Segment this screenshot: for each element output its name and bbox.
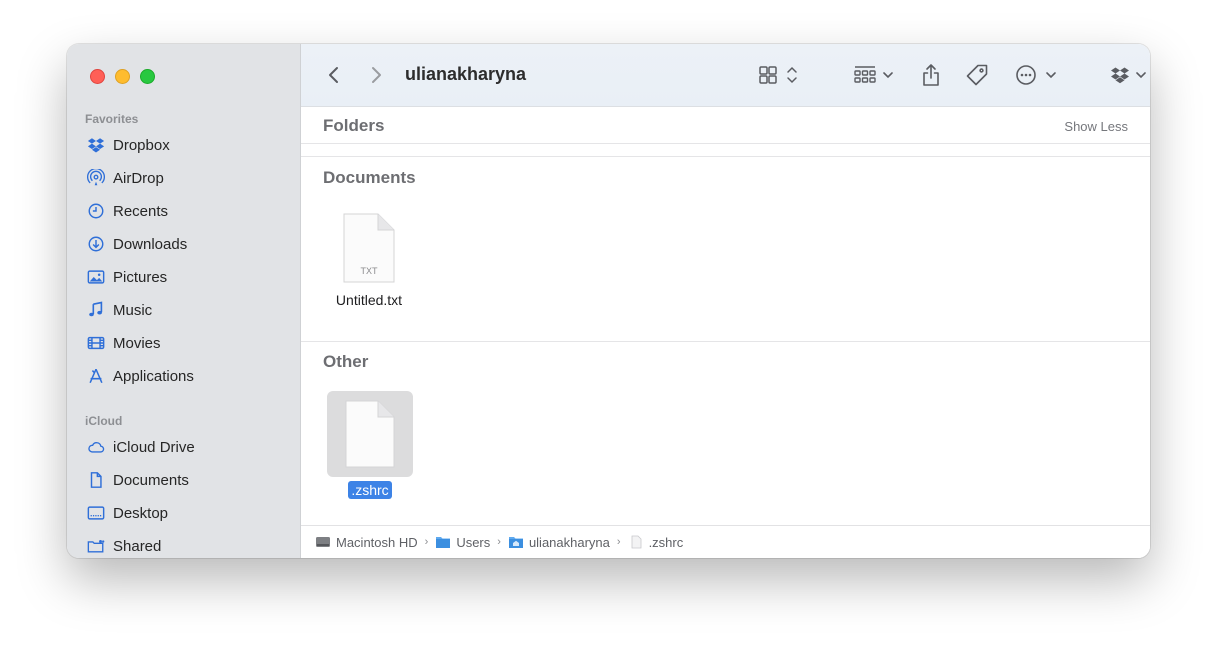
selection-highlight xyxy=(327,391,413,477)
file-name-selected: .zshrc xyxy=(348,481,392,499)
close-window-button[interactable] xyxy=(90,69,105,84)
file-badge: TXT xyxy=(361,266,379,276)
tag-icon xyxy=(966,64,988,86)
dropbox-icon xyxy=(85,136,107,154)
path-item-home[interactable]: ulianakharyna xyxy=(508,535,610,550)
home-folder-icon xyxy=(508,537,523,548)
file-icon xyxy=(631,535,641,549)
view-mode-button[interactable] xyxy=(758,62,802,88)
icon-view-grid-icon xyxy=(759,66,797,84)
main-content: ulianakharyna Folders Show Less Document… xyxy=(301,44,1150,558)
window-controls xyxy=(90,69,155,84)
file-name: Untitled.txt xyxy=(335,292,403,308)
folder-icon xyxy=(436,537,451,548)
path-separator: › xyxy=(497,536,501,548)
path-item-label: ulianakharyna xyxy=(528,534,610,550)
sidebar-item-dropbox[interactable]: Dropbox xyxy=(85,132,285,158)
airdrop-icon xyxy=(85,169,107,187)
sidebar-item-label: Documents xyxy=(113,471,189,489)
minimize-window-button[interactable] xyxy=(115,69,130,84)
other-group-title: Other xyxy=(323,352,369,371)
dropbox-menu-button[interactable] xyxy=(1110,62,1150,88)
desktop-icon xyxy=(85,504,107,522)
window-title: ulianakharyna xyxy=(405,64,527,84)
forward-button[interactable] xyxy=(369,62,383,88)
sidebar-item-label: Movies xyxy=(113,334,161,352)
path-separator: › xyxy=(616,536,621,548)
toolbar: ulianakharyna xyxy=(301,44,1150,107)
photo-icon xyxy=(85,268,107,286)
clock-icon xyxy=(85,202,107,220)
sidebar-item-label: Shared xyxy=(113,537,162,555)
folders-group-header: Folders Show Less xyxy=(301,107,1150,144)
file-item-untitled-txt[interactable]: TXT Untitled.txt xyxy=(324,210,414,308)
group-by-button[interactable] xyxy=(853,62,897,88)
dropbox-icon xyxy=(1111,67,1146,84)
film-icon xyxy=(85,334,107,352)
show-less-button[interactable]: Show Less xyxy=(1064,119,1128,134)
sidebar-item-downloads[interactable]: Downloads xyxy=(85,231,285,257)
finder-window: Favorites Dropbox AirDrop Recents Downlo… xyxy=(67,44,1150,558)
sidebar-item-pictures[interactable]: Pictures xyxy=(85,264,285,290)
back-button[interactable] xyxy=(327,62,341,88)
path-item-label: Macintosh HD xyxy=(336,534,418,550)
sidebar-item-airdrop[interactable]: AirDrop xyxy=(85,165,285,191)
sidebar-item-applications[interactable]: Applications xyxy=(85,363,285,389)
sidebar-item-label: iCloud Drive xyxy=(113,438,195,456)
text-file-icon: TXT xyxy=(343,213,395,283)
sidebar-item-shared[interactable]: Shared xyxy=(85,533,285,558)
path-item-macintosh-hd[interactable]: Macintosh HD xyxy=(315,535,418,550)
zoom-window-button[interactable] xyxy=(140,69,155,84)
folders-group-title: Folders xyxy=(323,116,385,135)
sidebar-item-label: Downloads xyxy=(113,235,188,253)
cloud-icon xyxy=(85,438,107,456)
chevron-right-icon xyxy=(372,67,381,83)
sidebar-item-label: Recents xyxy=(113,202,169,220)
divider xyxy=(301,341,1150,342)
shared-folder-icon xyxy=(85,537,107,555)
path-item-users[interactable]: Users xyxy=(435,535,490,550)
group-grid-icon xyxy=(854,66,893,83)
hard-drive-icon xyxy=(316,537,330,547)
path-bar: Macintosh HD › Users › ulianakharyna › .… xyxy=(301,525,1150,558)
sidebar-item-label: Pictures xyxy=(113,268,168,286)
sidebar-item-label: Music xyxy=(113,301,153,319)
sidebar-item-icloud-drive[interactable]: iCloud Drive xyxy=(85,434,285,460)
chevron-left-icon xyxy=(329,67,338,83)
sidebar-item-label: AirDrop xyxy=(113,169,164,187)
ellipsis-circle-icon xyxy=(1016,65,1056,85)
sidebar-item-recents[interactable]: Recents xyxy=(85,198,285,224)
more-actions-button[interactable] xyxy=(1015,62,1059,88)
sidebar: Favorites Dropbox AirDrop Recents Downlo… xyxy=(67,44,301,558)
path-item-label: .zshrc xyxy=(648,534,684,550)
icloud-section-label: iCloud xyxy=(85,414,123,428)
share-icon xyxy=(923,64,939,86)
download-icon xyxy=(85,235,107,253)
share-button[interactable] xyxy=(920,62,942,88)
music-note-icon xyxy=(85,301,107,319)
path-item-zshrc[interactable]: .zshrc xyxy=(628,534,684,550)
sidebar-item-label: Desktop xyxy=(113,504,169,522)
document-file-icon xyxy=(345,400,395,468)
sidebar-item-label: Dropbox xyxy=(113,136,170,154)
sidebar-item-desktop[interactable]: Desktop xyxy=(85,500,285,526)
favorites-section-label: Favorites xyxy=(85,112,139,126)
document-icon xyxy=(85,471,107,489)
applications-icon xyxy=(85,367,107,385)
path-item-label: Users xyxy=(456,534,491,550)
sidebar-item-music[interactable]: Music xyxy=(85,297,285,323)
path-separator: › xyxy=(424,536,429,548)
documents-group-title: Documents xyxy=(323,168,416,187)
sidebar-item-documents[interactable]: Documents xyxy=(85,467,285,493)
divider xyxy=(301,156,1150,157)
file-item-zshrc[interactable]: .zshrc xyxy=(327,391,413,500)
sidebar-item-label: Applications xyxy=(113,367,194,385)
tags-button[interactable] xyxy=(965,62,989,88)
sidebar-item-movies[interactable]: Movies xyxy=(85,330,285,356)
